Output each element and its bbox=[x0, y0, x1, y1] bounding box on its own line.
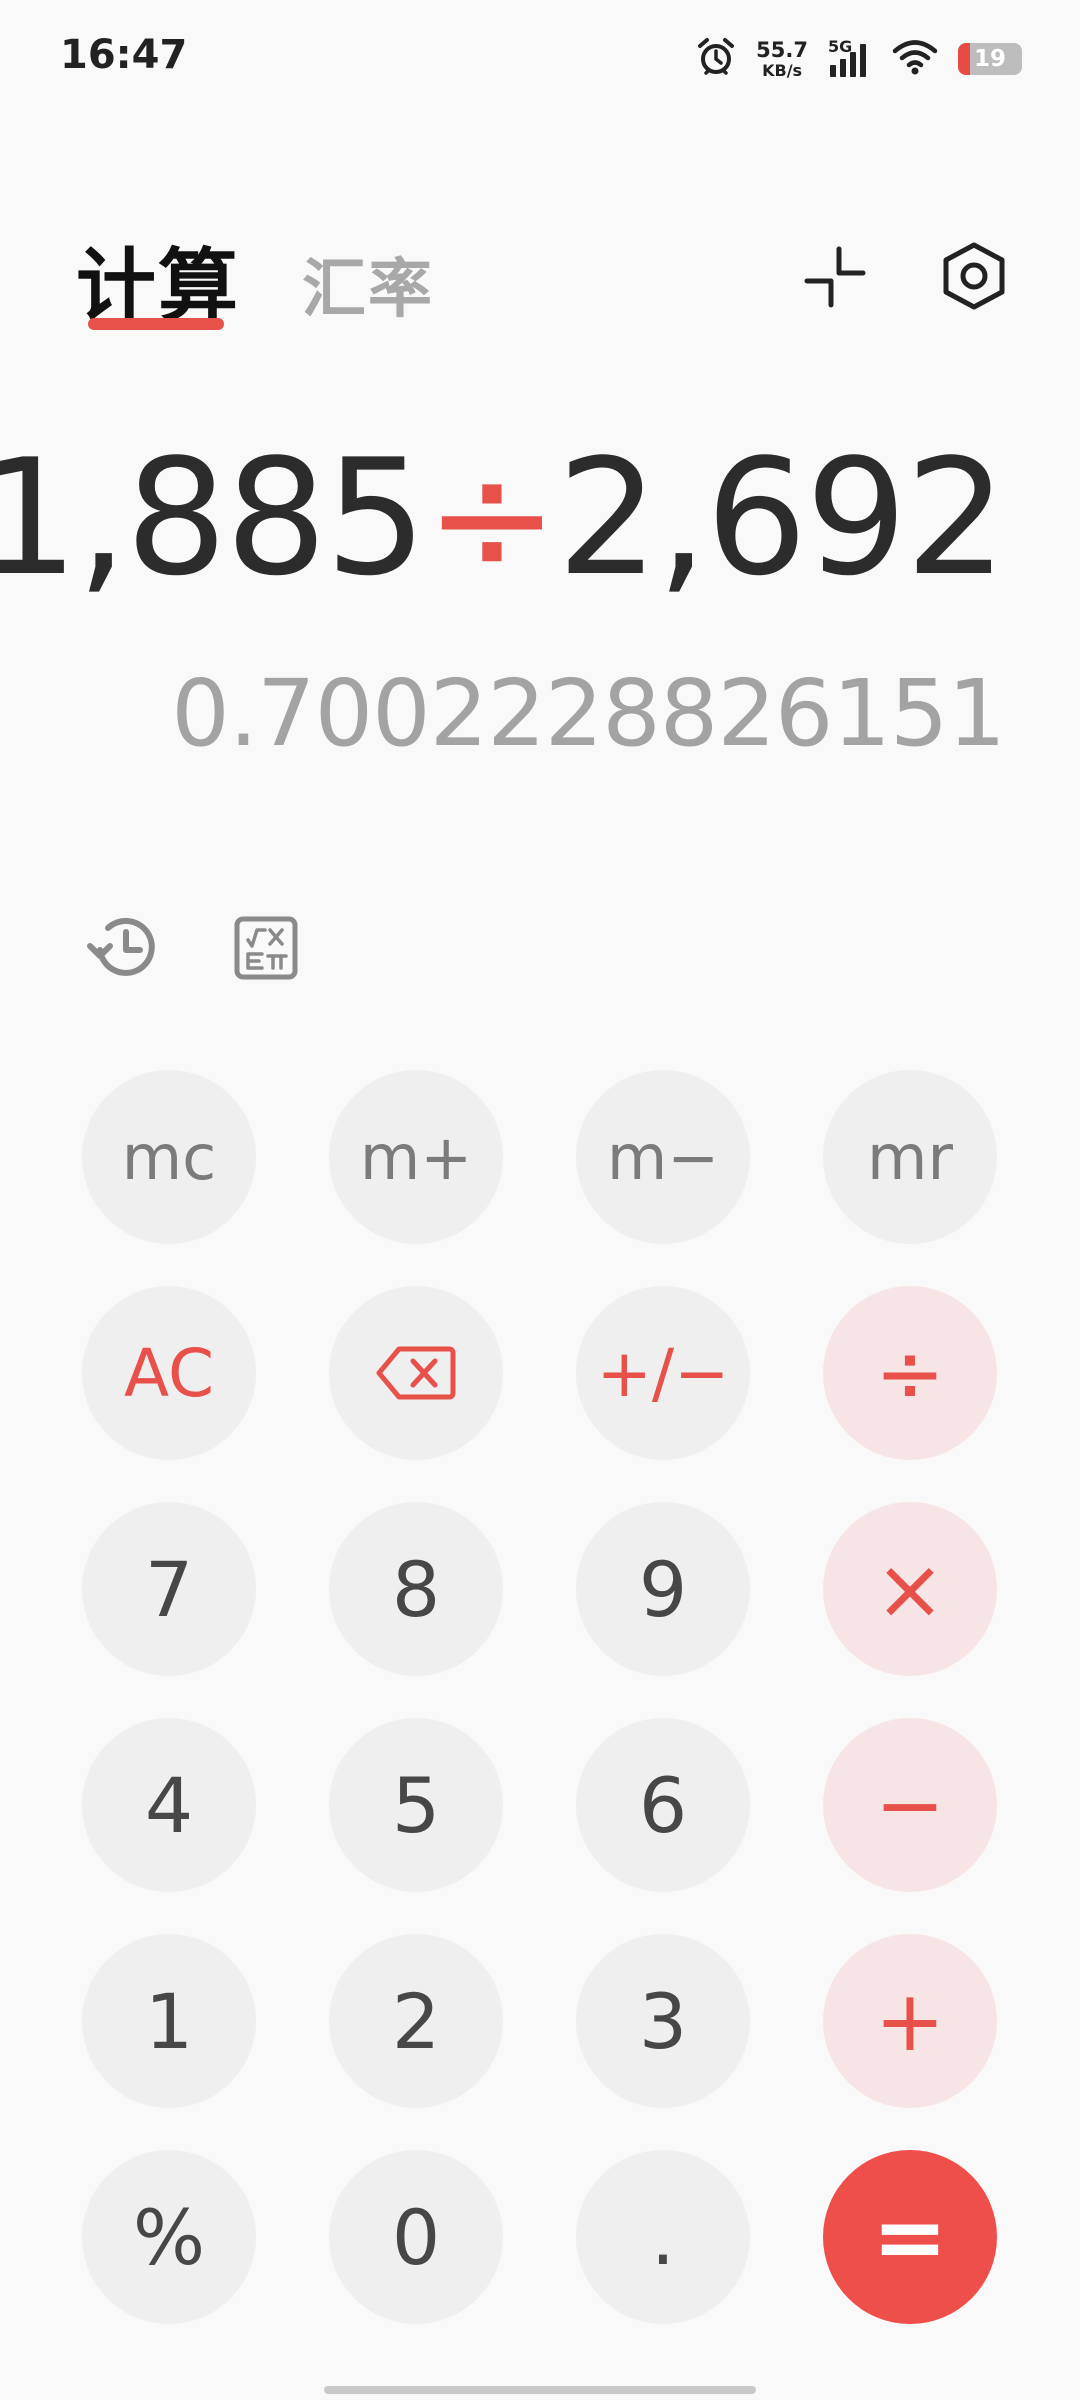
alarm-icon bbox=[696, 37, 736, 81]
collapse-icon[interactable] bbox=[795, 237, 875, 317]
battery-icon: 19 bbox=[958, 43, 1022, 75]
battery-percentage: 19 bbox=[973, 46, 1006, 72]
backspace-icon bbox=[376, 1346, 456, 1400]
multiply-button[interactable]: × bbox=[823, 1502, 997, 1676]
divide-button[interactable]: ÷ bbox=[823, 1286, 997, 1460]
scientific-icon[interactable] bbox=[224, 906, 308, 990]
digit-7-button[interactable]: 7 bbox=[82, 1502, 256, 1676]
add-button[interactable]: + bbox=[823, 1934, 997, 2108]
percent-button[interactable]: % bbox=[82, 2150, 256, 2324]
digit-1-button[interactable]: 1 bbox=[82, 1934, 256, 2108]
digit-9-button[interactable]: 9 bbox=[576, 1502, 750, 1676]
operator-sign: ÷ bbox=[424, 424, 559, 611]
status-bar: 16:47 55.7 KB/s 5G 19 bbox=[0, 0, 1080, 115]
active-tab-indicator bbox=[88, 318, 224, 330]
memory-add-button[interactable]: m+ bbox=[329, 1070, 503, 1244]
decimal-point-button[interactable]: . bbox=[576, 2150, 750, 2324]
digit-8-button[interactable]: 8 bbox=[329, 1502, 503, 1676]
equals-button[interactable]: = bbox=[823, 2150, 997, 2324]
digit-3-button[interactable]: 3 bbox=[576, 1934, 750, 2108]
keypad: mc m+ m− mr AC +/− ÷ 7 8 9 × 4 5 6 − 1 2… bbox=[82, 1070, 1000, 2325]
wifi-icon bbox=[892, 38, 938, 80]
operand-2: 2,692 bbox=[556, 424, 1007, 611]
backspace-button[interactable] bbox=[329, 1286, 503, 1460]
status-time: 16:47 bbox=[60, 32, 188, 78]
digit-0-button[interactable]: 0 bbox=[329, 2150, 503, 2324]
digit-2-button[interactable]: 2 bbox=[329, 1934, 503, 2108]
memory-subtract-button[interactable]: m− bbox=[576, 1070, 750, 1244]
plus-minus-button[interactable]: +/− bbox=[576, 1286, 750, 1460]
status-icons: 55.7 KB/s 5G 19 bbox=[696, 34, 1022, 84]
operand-1: 1,885 bbox=[0, 424, 427, 611]
network-speed: 55.7 KB/s bbox=[756, 37, 808, 80]
memory-clear-button[interactable]: mc bbox=[82, 1070, 256, 1244]
settings-icon[interactable] bbox=[934, 236, 1014, 316]
memory-recall-button[interactable]: mr bbox=[823, 1070, 997, 1244]
all-clear-button[interactable]: AC bbox=[82, 1286, 256, 1460]
battery-body: 19 bbox=[958, 43, 1022, 75]
network-speed-value: 55.7 bbox=[756, 37, 808, 62]
network-speed-unit: KB/s bbox=[762, 60, 803, 80]
subtract-button[interactable]: − bbox=[823, 1718, 997, 1892]
digit-4-button[interactable]: 4 bbox=[82, 1718, 256, 1892]
digit-6-button[interactable]: 6 bbox=[576, 1718, 750, 1892]
battery-level-fill bbox=[958, 43, 971, 75]
history-icon[interactable] bbox=[82, 906, 166, 990]
digit-5-button[interactable]: 5 bbox=[329, 1718, 503, 1892]
tab-exchange-rate[interactable]: 汇率 bbox=[302, 238, 434, 330]
home-indicator[interactable] bbox=[324, 2386, 756, 2394]
result-display: 0.7002228826151 bbox=[171, 660, 1006, 767]
expression-display: 1,885÷2,692 bbox=[0, 438, 1007, 598]
signal-icon: 5G bbox=[828, 37, 872, 79]
